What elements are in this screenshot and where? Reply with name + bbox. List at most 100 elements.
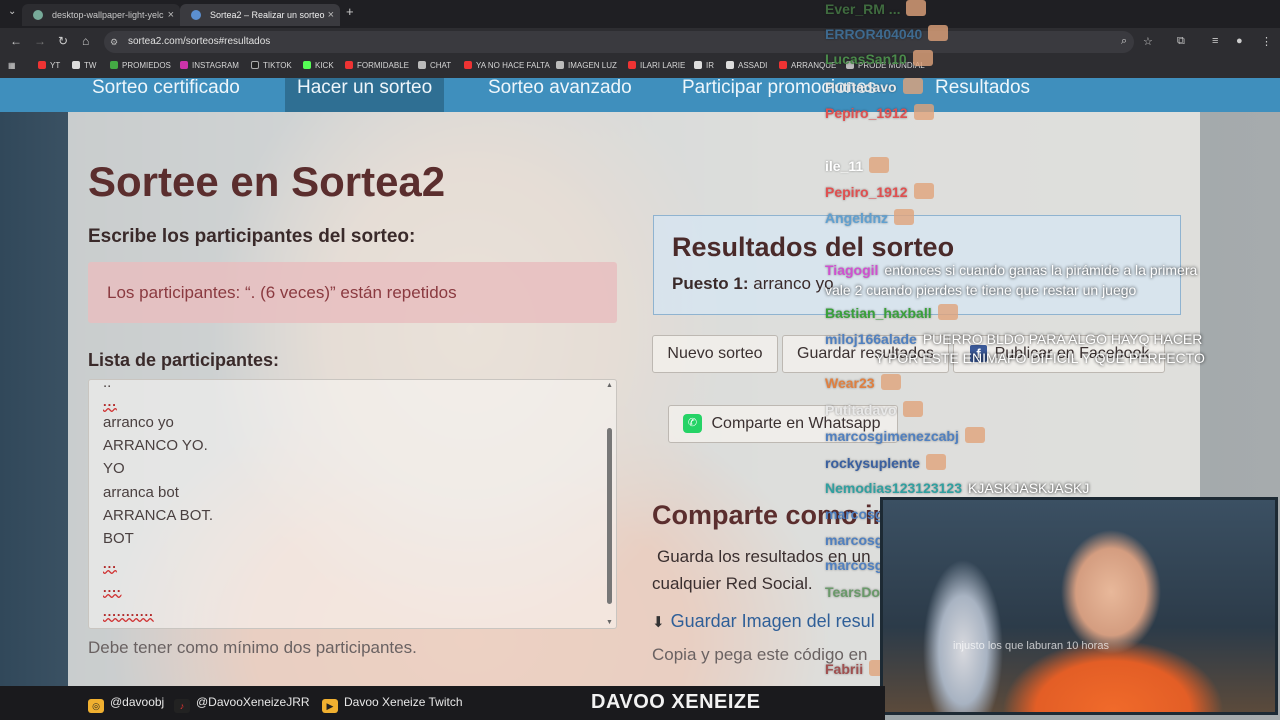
nav-sorteo-avanzado[interactable]: Sorteo avanzado bbox=[488, 78, 632, 112]
home-icon[interactable]: ⌂ bbox=[82, 34, 89, 48]
minimum-participants-note: Debe tener como mínimo dos participantes… bbox=[88, 638, 417, 657]
new-tab-icon[interactable]: + bbox=[346, 4, 354, 19]
chat-emote-icon bbox=[880, 374, 901, 390]
bookmark-yt[interactable]: YT bbox=[38, 61, 60, 70]
chat-username[interactable]: Bastian_haxball bbox=[825, 305, 932, 321]
tab-search-icon[interactable]: ⌄ bbox=[8, 6, 16, 17]
chat-message-text: KJASKJASKJASKJ bbox=[968, 480, 1090, 496]
chat-username[interactable]: LucasSan10 bbox=[825, 51, 907, 67]
scroll-thumb[interactable] bbox=[607, 428, 612, 604]
chat-username[interactable]: Putitadavo bbox=[825, 79, 897, 95]
bookmark-imagen-luz[interactable]: IMAGEN LUZ bbox=[556, 61, 617, 70]
chat-username[interactable]: ERROR404040 bbox=[825, 26, 922, 42]
back-icon[interactable]: ← bbox=[10, 34, 22, 48]
bookmark-tiktok[interactable]: TIKTOK bbox=[251, 61, 292, 70]
chat-line: marcosgimenezcabj bbox=[825, 427, 985, 444]
bookmark-chat[interactable]: CHAT bbox=[418, 61, 451, 70]
tab-wallpaper[interactable]: desktop-wallpaper-light-yelc × bbox=[22, 4, 180, 26]
close-icon[interactable]: × bbox=[168, 4, 174, 26]
url-input[interactable]: sortea2.com/sorteos#resultados bbox=[104, 31, 1134, 53]
chat-emote-icon bbox=[902, 78, 923, 94]
scroll-down-icon[interactable]: ▼ bbox=[606, 619, 613, 626]
chat-username[interactable]: Pepiro_1912 bbox=[825, 184, 908, 200]
chat-line: ile_11 bbox=[825, 157, 890, 174]
position-label: Puesto 1: bbox=[672, 274, 749, 293]
bookmark-star-icon[interactable]: ☆ bbox=[1143, 35, 1153, 48]
chat-username[interactable]: ile_11 bbox=[825, 158, 863, 174]
new-draw-button[interactable]: Nuevo sorteo bbox=[652, 335, 778, 373]
list-item: .. bbox=[103, 379, 112, 391]
chat-emote-icon bbox=[902, 401, 923, 417]
webcam-chat-caption: injusto los que laburan 10 horas bbox=[953, 640, 1109, 652]
bookmark-instagram[interactable]: INSTAGRAM bbox=[180, 61, 239, 70]
site-info-icon[interactable]: ⚙ bbox=[110, 37, 118, 48]
bookmark-ir[interactable]: IR bbox=[694, 61, 714, 70]
chat-line: Putitadavo bbox=[825, 78, 923, 95]
chat-line: rockysuplente bbox=[825, 454, 946, 471]
tab-sortea2[interactable]: Sortea2 – Realizar un sorteo × bbox=[180, 4, 340, 26]
list-item: YO bbox=[103, 460, 125, 477]
social-bar: ◎ @davoobj ♪ @DavooXeneizeJRR ▶ Davoo Xenei… bbox=[0, 686, 885, 720]
bookmark-promiedos[interactable]: PROMIEDOS bbox=[110, 61, 171, 70]
tab-title: Sortea2 – Realizar un sorteo bbox=[210, 10, 325, 20]
nav-hacer-sorteo[interactable]: Hacer un sorteo bbox=[285, 78, 445, 112]
chat-line: Bastian_haxball bbox=[825, 304, 958, 321]
bookmark-assadi[interactable]: ASSADI bbox=[726, 61, 767, 70]
webcam-feed: injusto los que laburan 10 horas bbox=[880, 497, 1278, 715]
chat-emote-icon bbox=[894, 209, 914, 225]
chat-username[interactable]: miloj166alade bbox=[825, 331, 917, 347]
list-item: arranco yo bbox=[103, 414, 174, 431]
save-image-label: Guardar Imagen del resul bbox=[670, 611, 875, 631]
winner-line: Puesto 1: arranco yo bbox=[672, 274, 834, 294]
save-image-link[interactable]: ⬇ Guardar Imagen del resul bbox=[652, 611, 875, 632]
reload-icon[interactable]: ↻ bbox=[58, 34, 68, 48]
chat-emote-icon bbox=[925, 454, 946, 470]
chat-emote-icon bbox=[912, 50, 933, 66]
chat-username[interactable]: Pepiro_1912 bbox=[825, 105, 908, 121]
bookmark-ilari-larie[interactable]: ILARI LARIE bbox=[628, 61, 685, 70]
participants-textarea[interactable]: .. ... arranco yo ARRANCO YO. YO arranca… bbox=[88, 379, 617, 629]
bookmark-formidable[interactable]: FORMIDABLE bbox=[345, 61, 409, 70]
chat-emote-icon bbox=[906, 0, 927, 16]
list-item: BOT bbox=[103, 530, 134, 547]
menu-icon[interactable]: ⋮ bbox=[1261, 35, 1272, 48]
list-item: arranca bot bbox=[103, 484, 179, 501]
chat-line: Nemodias123123123 KJASKJASKJASKJ bbox=[825, 480, 1089, 496]
chat-username[interactable]: Tiagogil bbox=[825, 262, 878, 278]
nav-sorteo-certificado[interactable]: Sorteo certificado bbox=[92, 78, 240, 112]
chat-username[interactable]: Putitadavo bbox=[825, 402, 897, 418]
site-nav: Sorteo certificado Hacer un sorteo Sorte… bbox=[0, 78, 1280, 112]
bookmark-tw[interactable]: TW bbox=[72, 61, 96, 70]
scroll-up-icon[interactable]: ▲ bbox=[606, 382, 613, 389]
chat-emote-icon bbox=[913, 104, 934, 120]
media-icon[interactable]: ≡ bbox=[1212, 35, 1218, 47]
bookmark-ya-no-hace-falta[interactable]: YA NO HACE FALTA bbox=[464, 61, 550, 70]
winner-name: arranco yo bbox=[753, 274, 834, 293]
list-item: .... bbox=[103, 580, 122, 595]
error-alert: Los participantes: “. (6 veces)” están r… bbox=[88, 262, 617, 323]
textarea-scrollbar[interactable]: ▲ ▼ bbox=[606, 380, 614, 628]
chat-line: Putitadavo bbox=[825, 401, 923, 418]
profile-icon[interactable]: ● bbox=[1236, 35, 1243, 47]
chat-username[interactable]: Angeldnz bbox=[825, 210, 888, 226]
apps-icon[interactable]: ▦ bbox=[8, 61, 16, 70]
brand-name: DAVOO XENEIZE bbox=[591, 691, 761, 713]
instagram-icon: ◎ bbox=[88, 699, 104, 713]
list-item: ARRANCO YO. bbox=[103, 437, 208, 454]
bookmark-kick[interactable]: KICK bbox=[303, 61, 334, 70]
close-icon[interactable]: × bbox=[328, 4, 334, 26]
chat-username[interactable]: marcosgimenezcabj bbox=[825, 428, 959, 444]
tab-title: desktop-wallpaper-light-yelc bbox=[52, 10, 164, 20]
zoom-icon[interactable]: ⌕ bbox=[1121, 35, 1127, 48]
chat-username[interactable]: Fabrii bbox=[825, 661, 863, 677]
chat-username[interactable]: Ever_RM ... bbox=[825, 1, 900, 17]
chat-message-continuation: Y POR ESTE ENIMAFO DIFICIL Y QUE PERFECT… bbox=[875, 350, 1205, 366]
forward-icon[interactable]: → bbox=[34, 34, 46, 48]
chat-message-continuation: vale 2 cuando pierdes te tiene que resta… bbox=[825, 282, 1137, 298]
chat-username[interactable]: Wear23 bbox=[825, 375, 875, 391]
bookmarks-bar: ▦ YT TW PROMIEDOS INSTAGRAM TIKTOK KICK … bbox=[0, 56, 1280, 78]
chat-username[interactable]: Nemodias123123123 bbox=[825, 480, 962, 496]
nav-resultados[interactable]: Resultados bbox=[935, 78, 1030, 112]
extensions-icon[interactable]: ⧉ bbox=[1177, 35, 1185, 48]
chat-username[interactable]: rockysuplente bbox=[825, 455, 920, 471]
